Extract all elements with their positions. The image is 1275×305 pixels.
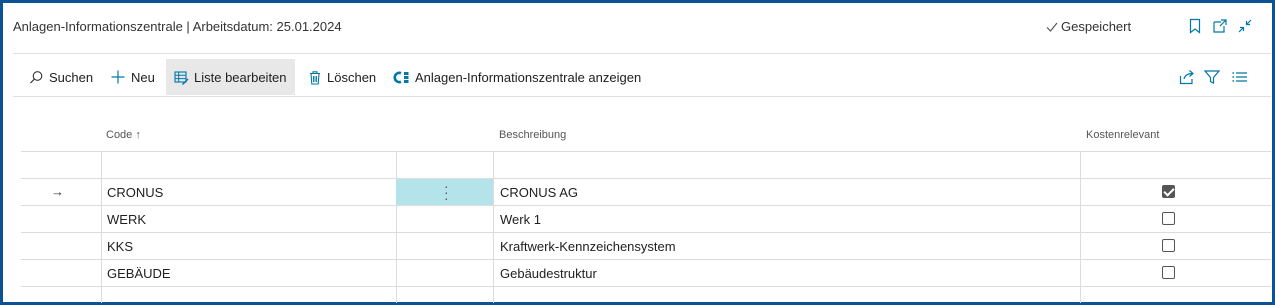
page-header: Anlagen-Informationszentrale | Arbeitsda… xyxy=(3,3,1272,52)
cell-description[interactable]: Gebäudestruktur xyxy=(500,266,597,281)
column-header-code[interactable]: Code ↑ xyxy=(106,129,141,141)
grid-line xyxy=(21,205,1271,206)
cell-description[interactable]: Kraftwerk-Kennzeichensystem xyxy=(500,239,676,254)
edit-list-icon xyxy=(174,70,189,85)
more-options-icon[interactable]: · · · xyxy=(444,179,449,205)
cell-description[interactable]: CRONUS AG xyxy=(500,185,578,200)
delete-label: Löschen xyxy=(327,69,377,85)
show-info-center-label: Anlagen-Informationszentrale anzeigen xyxy=(415,69,642,85)
search-icon xyxy=(30,70,43,83)
collapse-icon[interactable] xyxy=(1236,17,1254,35)
share-icon[interactable] xyxy=(1178,68,1196,86)
grid-line xyxy=(21,178,1271,179)
delete-button[interactable]: Löschen xyxy=(308,59,376,95)
grid-line xyxy=(21,286,1271,287)
cell-code[interactable]: CRONUS xyxy=(107,185,163,200)
cell-code[interactable]: GEBÄUDE xyxy=(107,266,171,281)
grid-column-line xyxy=(101,151,102,303)
cell-description[interactable]: Werk 1 xyxy=(500,212,541,227)
cell-code[interactable]: KKS xyxy=(107,239,133,254)
filter-icon[interactable] xyxy=(1203,68,1221,86)
grid-line xyxy=(21,232,1271,233)
page-title: Anlagen-Informationszentrale | Arbeitsda… xyxy=(13,19,342,34)
list-icon[interactable] xyxy=(1231,68,1249,86)
cost-relevant-checkbox[interactable] xyxy=(1162,266,1175,279)
grid-line xyxy=(21,151,1271,152)
bookmark-icon[interactable] xyxy=(1186,17,1204,35)
action-bar-divider xyxy=(13,96,1271,97)
cost-relevant-checkbox[interactable] xyxy=(1162,212,1175,225)
column-header-description[interactable]: Beschreibung xyxy=(499,129,566,141)
edit-list-label: Liste bearbeiten xyxy=(194,69,287,85)
new-button[interactable]: Neu xyxy=(110,59,155,95)
search-label: Suchen xyxy=(49,69,94,85)
saved-label: Gespeichert xyxy=(1061,19,1132,34)
cost-relevant-checkbox[interactable] xyxy=(1162,185,1175,198)
grid-column-line xyxy=(493,151,494,303)
new-label: Neu xyxy=(131,69,155,85)
page-frame: Anlagen-Informationszentrale | Arbeitsda… xyxy=(0,0,1275,305)
arrow-right-icon: → xyxy=(51,184,64,199)
edit-list-button[interactable]: Liste bearbeiten xyxy=(166,59,295,95)
column-header-cost-relevant[interactable]: Kostenrelevant xyxy=(1086,129,1159,141)
show-info-center-button[interactable]: Anlagen-Informationszentrale anzeigen xyxy=(393,59,641,95)
saved-status: Gespeichert xyxy=(1045,19,1131,34)
cost-relevant-checkbox[interactable] xyxy=(1162,239,1175,252)
grid-line xyxy=(21,259,1271,260)
trash-icon xyxy=(310,70,320,85)
search-button[interactable]: Suchen xyxy=(29,59,93,95)
check-icon xyxy=(1046,22,1058,32)
grid-column-line xyxy=(396,151,397,303)
action-bar: Suchen Neu Liste bearbeiten Löschen Anla… xyxy=(3,59,1272,95)
info-center-icon xyxy=(393,71,409,83)
open-new-window-icon[interactable] xyxy=(1211,17,1229,35)
header-divider xyxy=(13,53,1271,54)
plus-icon xyxy=(111,70,125,84)
cell-code[interactable]: WERK xyxy=(107,212,146,227)
grid-column-line xyxy=(1080,151,1081,303)
